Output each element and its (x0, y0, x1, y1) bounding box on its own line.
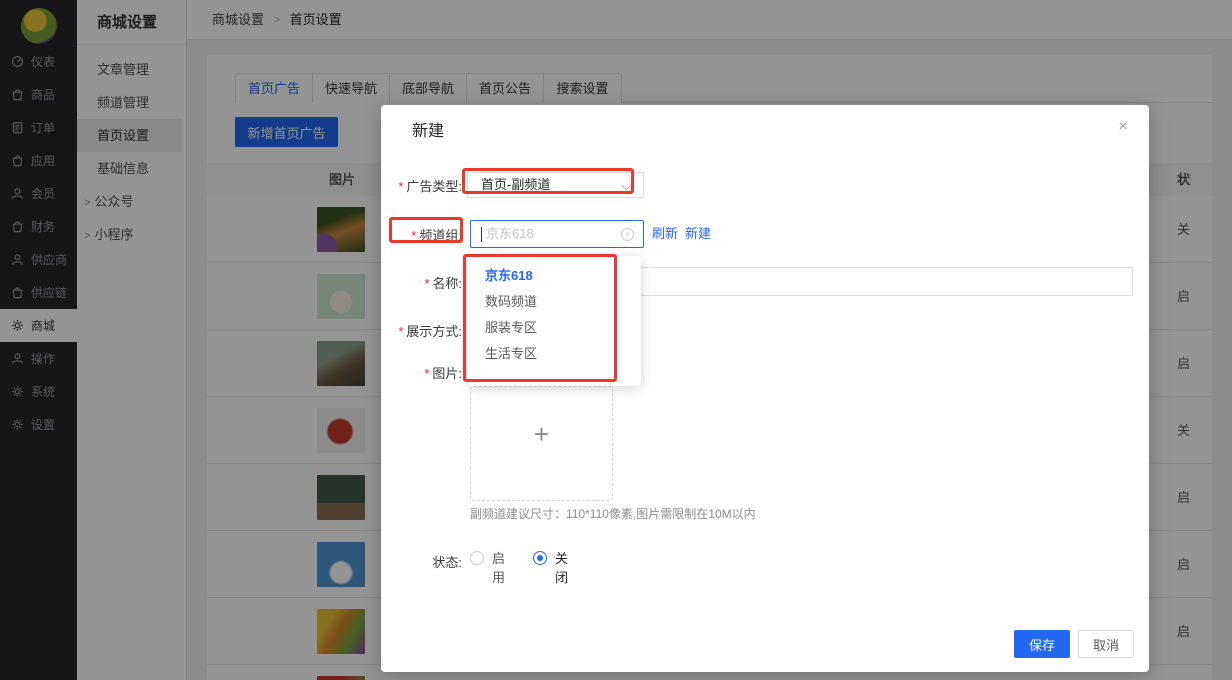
page: 仪表 商品 订单 应用 会员 财务 (0, 0, 1232, 680)
new-ad-modal: 新建 × *广告类型: 首页-副频道 *频道组: 京东618 × 刷新 新建 *… (381, 105, 1149, 672)
radio-enable[interactable] (470, 551, 484, 565)
field-label: 名称: (432, 276, 462, 291)
radio-disable[interactable] (533, 551, 547, 565)
field-label: 展示方式: (406, 324, 462, 339)
required-mark: * (411, 228, 416, 243)
field-label: 图片: (432, 366, 462, 381)
channel-group-placeholder: 京东618 (486, 226, 534, 241)
field-label: 频道组: (419, 228, 462, 243)
channel-group-label: *频道组: (381, 225, 462, 244)
plus-icon: + (471, 419, 612, 450)
clear-icon[interactable]: × (621, 228, 634, 241)
dropdown-option-clothing[interactable]: 服装专区 (468, 315, 641, 341)
dropdown-option-lifestyle[interactable]: 生活专区 (468, 341, 641, 367)
modal-title: 新建 (412, 117, 444, 141)
field-label: 广告类型: (406, 179, 462, 194)
upload-hint: 副频道建议尺寸：110*110像素,图片需限制在10M以内 (470, 505, 756, 522)
radio-disable-label[interactable]: 关闭 (555, 549, 568, 587)
required-mark: * (424, 366, 429, 381)
radio-enable-label[interactable]: 启用 (492, 549, 505, 587)
chevron-down-icon (622, 181, 632, 191)
text-caret (481, 227, 482, 242)
ad-type-value: 首页-副频道 (481, 177, 550, 192)
close-icon[interactable]: × (1113, 117, 1133, 137)
dropdown-option-digital[interactable]: 数码频道 (468, 289, 641, 315)
ad-type-label: *广告类型: (381, 176, 462, 195)
cancel-button[interactable]: 取消 (1078, 630, 1134, 658)
name-label: *名称: (381, 273, 462, 292)
required-mark: * (398, 324, 403, 339)
save-button[interactable]: 保存 (1014, 630, 1070, 658)
required-mark: * (398, 179, 403, 194)
channel-group-dropdown: 京东618 数码频道 服装专区 生活专区 (468, 256, 641, 386)
refresh-link[interactable]: 刷新 (652, 220, 678, 248)
channel-group-input[interactable]: 京东618 × (470, 220, 644, 248)
dropdown-option-jd618[interactable]: 京东618 (468, 263, 641, 289)
status-label: 状态: (381, 552, 462, 571)
new-channel-link[interactable]: 新建 (685, 220, 711, 248)
required-mark: * (424, 276, 429, 291)
image-label: *图片: (381, 363, 462, 382)
ad-type-select[interactable]: 首页-副频道 (467, 172, 644, 198)
image-upload-dropzone[interactable]: + (470, 386, 613, 501)
field-label: 状态: (432, 555, 462, 570)
display-mode-label: *展示方式: (381, 321, 462, 340)
